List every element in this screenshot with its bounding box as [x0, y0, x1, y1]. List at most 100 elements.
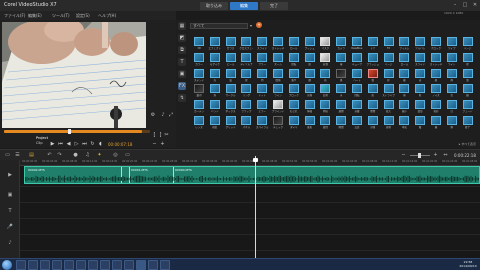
- transition-thumbnail[interactable]: パネル: [239, 115, 255, 131]
- transition-thumbnail[interactable]: レンズ: [192, 115, 208, 131]
- scrubber-handle[interactable]: [68, 129, 71, 134]
- speaker-icon[interactable]: ◖: [98, 141, 103, 147]
- system-clock[interactable]: 22:58 2014/09/10: [458, 260, 478, 268]
- zoom-out-icon[interactable]: −: [152, 141, 157, 147]
- zoom-slider-knob[interactable]: [418, 153, 421, 158]
- transition-thumbnail[interactable]: ズーム: [271, 52, 287, 68]
- tab-edit[interactable]: 編集: [230, 2, 258, 10]
- menu-edit[interactable]: 編集(E): [28, 13, 42, 19]
- transition-thumbnail[interactable]: スライド: [255, 36, 271, 52]
- transition-thumbnail[interactable]: フェード: [461, 99, 477, 115]
- edit-mode-icon[interactable]: ▤: [28, 152, 35, 159]
- taskbar-media-icon[interactable]: [40, 260, 50, 270]
- timeline-zoom-slider[interactable]: [410, 153, 430, 158]
- transition-thumbnail[interactable]: ストレッチ: [271, 36, 287, 52]
- transition-thumbnail[interactable]: エフェクト: [208, 36, 224, 52]
- transition-thumbnail[interactable]: フラッシュ: [366, 52, 382, 68]
- timecode[interactable]: 00:00:07:18: [108, 142, 132, 147]
- transition-thumbnail[interactable]: 反射: [318, 83, 334, 99]
- transition-thumbnail[interactable]: FX: [382, 36, 398, 52]
- transition-thumbnail[interactable]: サークル: [224, 83, 240, 99]
- title-icon[interactable]: T: [178, 58, 186, 66]
- transition-thumbnail[interactable]: ガラス: [224, 36, 240, 52]
- transition-thumbnail[interactable]: カーテン: [192, 99, 208, 115]
- dropdown-arrow-icon[interactable]: ▾: [250, 23, 255, 28]
- transition-thumbnail[interactable]: 縦: [413, 115, 429, 131]
- transition-thumbnail[interactable]: 3D: [192, 36, 208, 52]
- transition-thumbnail[interactable]: ロール: [397, 52, 413, 68]
- transition-thumbnail[interactable]: 球: [334, 52, 350, 68]
- transition-thumbnail[interactable]: 回転: [350, 83, 366, 99]
- auto-music-icon[interactable]: ✦: [96, 152, 103, 159]
- transition-thumbnail[interactable]: ライト: [445, 52, 461, 68]
- video-preview[interactable]: [2, 22, 146, 128]
- transition-thumbnail[interactable]: 黒: [334, 68, 350, 84]
- transition-thumbnail[interactable]: クロスフェード: [239, 36, 255, 52]
- transition-thumbnail[interactable]: 終了: [461, 115, 477, 131]
- transition-thumbnail[interactable]: 分離: [350, 99, 366, 115]
- playhead-handle[interactable]: [253, 158, 258, 162]
- zoom-minus-icon[interactable]: −: [400, 152, 407, 159]
- transition-thumbnail[interactable]: 帯: [397, 83, 413, 99]
- redo-icon[interactable]: ↷: [56, 152, 63, 159]
- taskbar-app-icon[interactable]: [76, 260, 86, 270]
- transition-thumbnail[interactable]: ブロック: [287, 83, 303, 99]
- transition-thumbnail[interactable]: 伸縮: [303, 99, 319, 115]
- transition-thumbnail[interactable]: 光: [208, 68, 224, 84]
- mixer-icon[interactable]: ♫: [84, 152, 91, 159]
- timeline-view-icon[interactable]: ☰: [14, 152, 21, 159]
- transition-thumbnail[interactable]: 拡大: [382, 99, 398, 115]
- playback-scrubber[interactable]: [4, 129, 150, 134]
- media-icon[interactable]: ▦: [178, 22, 186, 30]
- transition-thumbnail[interactable]: グリッド: [224, 115, 240, 131]
- transition-thumbnail[interactable]: ステンド: [192, 68, 208, 84]
- transition-thumbnail[interactable]: 回転: [287, 52, 303, 68]
- transition-thumbnail[interactable]: ロール: [287, 36, 303, 52]
- transition-thumbnail[interactable]: ハート: [350, 68, 366, 84]
- transition-thumbnail[interactable]: カメラ: [334, 36, 350, 52]
- transition-thumbnail[interactable]: ダイヤ: [287, 115, 303, 131]
- transition-thumbnail[interactable]: 白: [445, 99, 461, 115]
- transition-thumbnail[interactable]: ミラー: [255, 99, 271, 115]
- transition-thumbnail[interactable]: フラップ: [239, 99, 255, 115]
- transition-thumbnail[interactable]: ピール: [224, 52, 240, 68]
- transition-thumbnail[interactable]: 交差: [350, 115, 366, 131]
- library-gallery-dropdown[interactable]: すべて: [190, 23, 248, 29]
- transition-thumbnail[interactable]: ブラインド: [271, 99, 287, 115]
- path-icon[interactable]: ↯: [178, 94, 186, 102]
- next-frame-icon[interactable]: ▷: [74, 141, 79, 147]
- home-icon[interactable]: ⏮: [58, 141, 63, 147]
- transition-thumbnail[interactable]: 変形: [413, 99, 429, 115]
- transition-thumbnail[interactable]: ワイプ: [445, 36, 461, 52]
- transition-thumbnail[interactable]: 斜: [445, 115, 461, 131]
- storyboard-view-icon[interactable]: ▭: [4, 152, 11, 159]
- transition-thumbnail[interactable]: リング: [239, 83, 255, 99]
- transition-thumbnail[interactable]: 対角: [366, 115, 382, 131]
- taskbar-app-icon[interactable]: [100, 260, 110, 270]
- library-status[interactable]: ▸ すべて表示: [459, 142, 476, 146]
- transition-thumbnail[interactable]: 分割: [318, 52, 334, 68]
- taskbar-app-icon[interactable]: [148, 260, 158, 270]
- transition-thumbnail[interactable]: 煙: [303, 68, 319, 84]
- transition-thumbnail[interactable]: ドア: [366, 36, 382, 52]
- taskbar-app-icon[interactable]: [64, 260, 74, 270]
- video-clip[interactable]: 00002.MTS 00001.MTS 00000.MTS: [24, 166, 480, 184]
- taskbar-explorer-icon[interactable]: [28, 260, 38, 270]
- transition-thumbnail[interactable]: クロック: [429, 36, 445, 52]
- transition-thumbnail[interactable]: 古: [445, 83, 461, 99]
- add-folder-icon[interactable]: +: [256, 22, 262, 28]
- transition-thumbnail[interactable]: モザイク: [208, 52, 224, 68]
- transition-thumbnail[interactable]: ストレッチ: [429, 52, 445, 68]
- split-icon[interactable]: ✂: [164, 132, 169, 138]
- transition-thumbnail[interactable]: 鏡: [461, 83, 477, 99]
- transition-thumbnail[interactable]: ディゾルブ: [239, 52, 255, 68]
- transition-thumbnail[interactable]: 色彩: [429, 99, 445, 115]
- taskbar-ie-icon[interactable]: [16, 260, 26, 270]
- transition-thumbnail[interactable]: 旋回: [318, 115, 334, 131]
- taskbar-app-icon[interactable]: [160, 260, 170, 270]
- tab-capture[interactable]: 取り込み: [200, 2, 228, 10]
- transition-thumbnail[interactable]: プッシュ: [303, 36, 319, 52]
- taskbar-app-icon[interactable]: [88, 260, 98, 270]
- transition-thumbnail[interactable]: 縮小: [397, 99, 413, 115]
- transition-thumbnail[interactable]: キューブ: [350, 52, 366, 68]
